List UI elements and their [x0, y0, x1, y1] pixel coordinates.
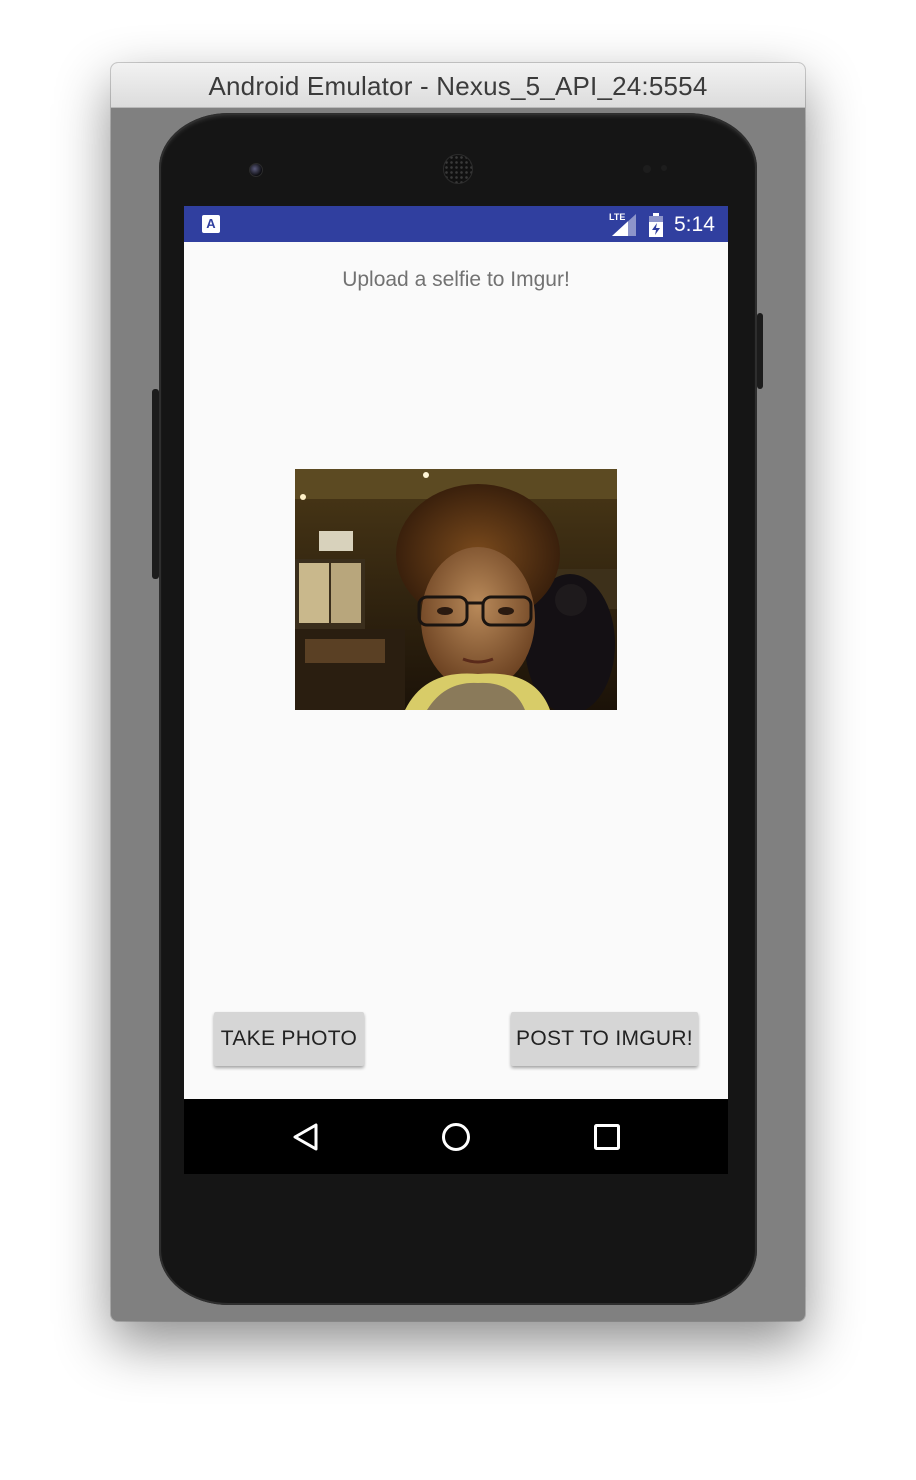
selfie-photo [295, 469, 617, 710]
proximity-sensor [643, 165, 651, 173]
take-photo-button[interactable]: TAKE PHOTO [214, 1012, 364, 1066]
signal-icon [612, 214, 636, 236]
volume-button[interactable] [152, 389, 159, 579]
window-title: Android Emulator - Nexus_5_API_24:5554 [111, 63, 805, 108]
status-time: 5:14 [674, 213, 715, 236]
post-to-imgur-button[interactable]: POST TO IMGUR! [511, 1012, 698, 1066]
back-icon[interactable] [286, 1117, 326, 1157]
power-button[interactable] [757, 313, 763, 389]
device-screen: A LTE 5:14 Upload a selfie to Imgur! TAK… [184, 206, 728, 1174]
navigation-bar [184, 1099, 728, 1174]
earpiece-speaker [443, 154, 473, 184]
status-bar: A LTE 5:14 [184, 206, 728, 242]
front-camera [249, 163, 263, 177]
notification-app-icon: A [202, 215, 220, 233]
light-sensor [661, 165, 667, 171]
upload-heading: Upload a selfie to Imgur! [342, 268, 570, 291]
recents-icon[interactable] [587, 1117, 627, 1157]
battery-icon [649, 213, 663, 237]
home-icon[interactable] [436, 1117, 476, 1157]
